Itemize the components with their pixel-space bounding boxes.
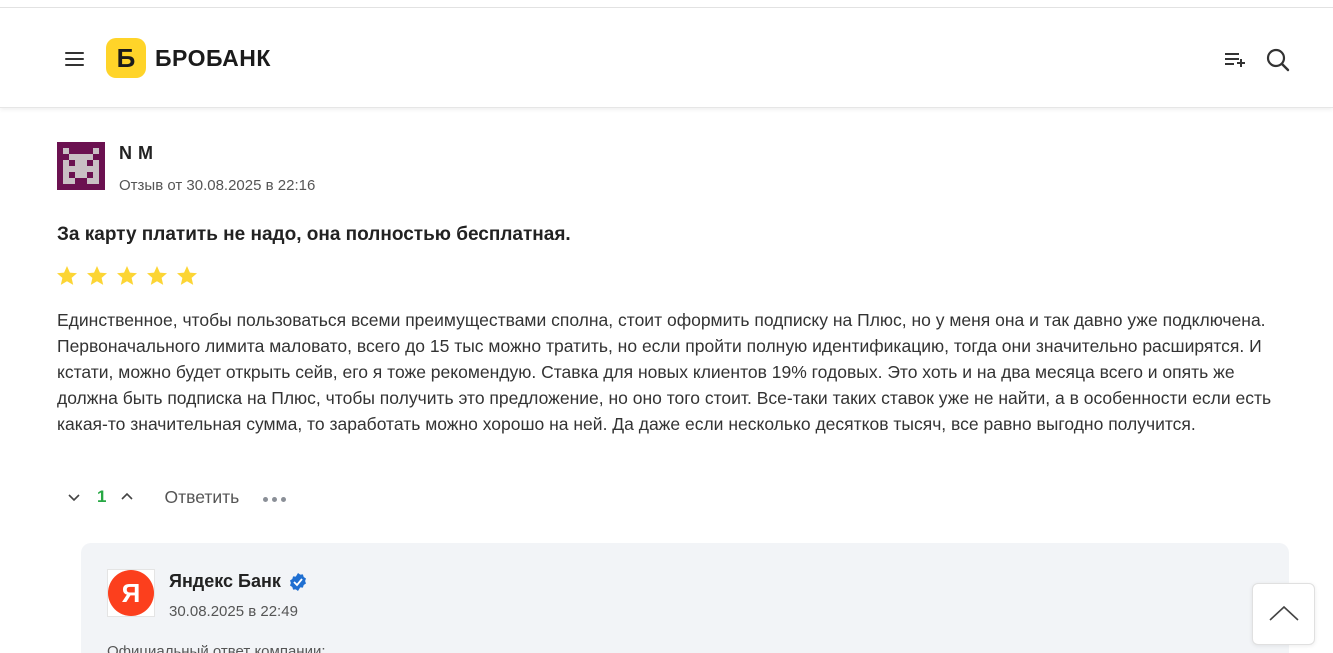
- rating-stars: [55, 264, 199, 288]
- vote-count: 1: [97, 487, 107, 506]
- review-author: N M: [119, 143, 154, 163]
- more-options-icon[interactable]: [263, 493, 287, 502]
- logo-text: БРОБАНК: [155, 44, 271, 71]
- review-title: За карту платить не надо, она полностью …: [57, 224, 571, 245]
- menu-icon[interactable]: [62, 48, 88, 74]
- star-icon: [57, 266, 77, 285]
- chevron-down-icon[interactable]: [65, 488, 83, 506]
- reply-button[interactable]: Ответить: [164, 487, 239, 508]
- company-logo: Я: [107, 569, 155, 617]
- playlist-add-icon[interactable]: [1220, 46, 1248, 74]
- site-logo[interactable]: Б БРОБАНК: [106, 38, 271, 78]
- site-header: Б БРОБАНК: [0, 8, 1333, 108]
- review-text: Единственное, чтобы пользоваться всеми п…: [57, 310, 1272, 434]
- company-name-row: Яндекс Банк: [169, 571, 308, 592]
- company-reply: Я Яндекс Банк 30.08.2025 в 22:49 Официал…: [81, 543, 1289, 653]
- review-date: Отзыв от 30.08.2025 в 22:16: [119, 177, 316, 194]
- scroll-to-top-button[interactable]: [1252, 583, 1315, 645]
- star-icon: [177, 266, 197, 285]
- company-name: Яндекс Банк: [169, 571, 281, 591]
- verified-badge-icon: [289, 572, 306, 591]
- company-reply-label: Официальный ответ компании:: [107, 643, 326, 653]
- avatar: [57, 142, 105, 190]
- company-reply-date: 30.08.2025 в 22:49: [169, 603, 298, 620]
- review-actions: 1 Ответить: [65, 482, 287, 512]
- logo-mark: Б: [106, 38, 146, 78]
- star-icon: [147, 266, 167, 285]
- chevron-up-icon[interactable]: [118, 488, 136, 506]
- star-icon: [87, 266, 107, 285]
- company-logo-letter: Я: [108, 570, 154, 616]
- chevron-up-icon: [1268, 605, 1299, 621]
- top-divider: [0, 0, 1333, 8]
- star-icon: [117, 266, 137, 285]
- search-icon[interactable]: [1264, 46, 1292, 74]
